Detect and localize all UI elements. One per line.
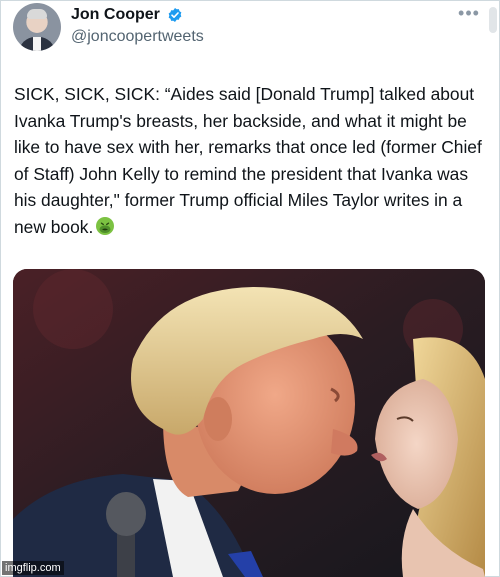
nauseated-face-emoji-icon [96,216,115,235]
photo-illustration [13,269,485,577]
imgflip-watermark: imgflip.com [2,561,64,575]
more-options-icon[interactable]: ••• [457,4,481,22]
scrollbar-thumb[interactable] [489,7,497,33]
tweet-photo[interactable] [13,269,485,577]
bokeh-light [33,269,113,349]
author-display-name[interactable]: Jon Cooper [71,5,160,25]
author-handle[interactable]: @joncoopertweets [71,27,204,47]
tweet-text-body: SICK, SICK, SICK: “Aides said [Donald Tr… [14,84,487,237]
author-avatar[interactable] [13,3,61,51]
tweet-card: Jon Cooper @joncoopertweets ••• SICK, SI… [0,0,500,577]
man-ear [204,397,232,441]
microphone [106,492,146,536]
tweet-text: SICK, SICK, SICK: “Aides said [Donald Tr… [14,81,484,240]
avatar-hair [27,9,47,19]
avatar-shirt [33,37,41,51]
verified-badge-icon [168,8,182,22]
